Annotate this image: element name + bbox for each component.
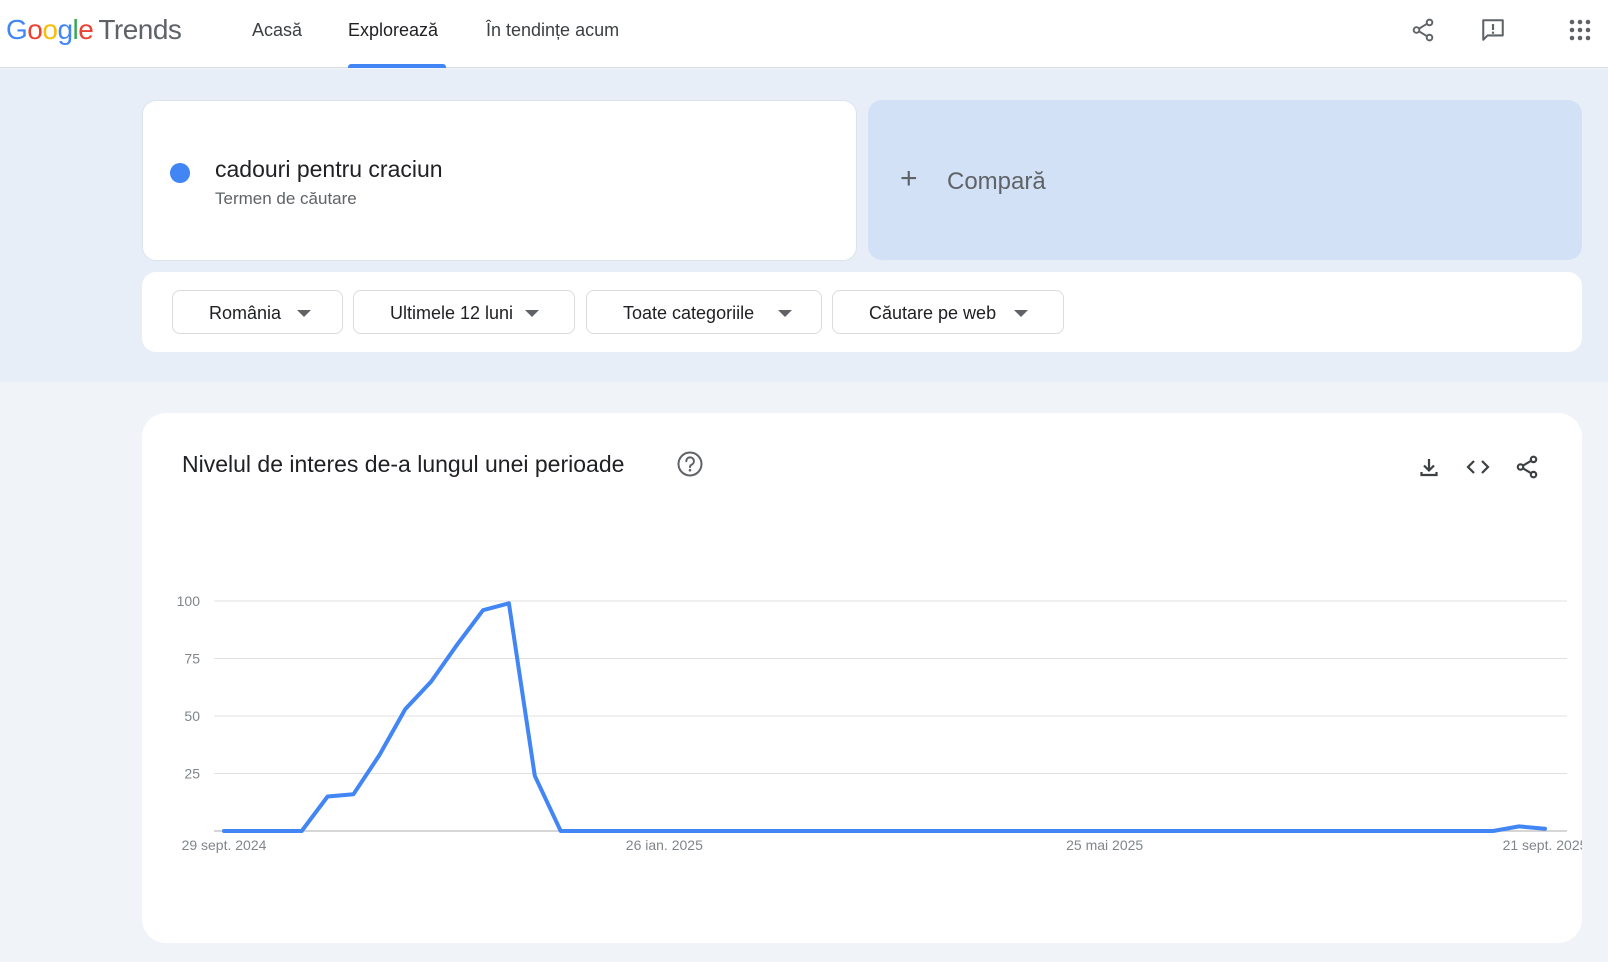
apps-grid-icon[interactable] [1564, 14, 1596, 46]
x-tick-label: 26 ian. 2025 [626, 837, 703, 853]
filter-category-label: Toate categoriile [623, 303, 755, 323]
compare-button[interactable]: + Compară [868, 100, 1582, 260]
chevron-down-icon [1014, 310, 1028, 317]
logo-letter: G [6, 14, 28, 45]
google-trends-logo[interactable]: Google Trends [6, 14, 182, 46]
y-tick-label: 50 [184, 708, 200, 724]
feedback-icon[interactable] [1477, 14, 1509, 46]
x-tick-label: 21 sept. 2025 [1503, 837, 1582, 853]
filter-region-label: România [209, 303, 282, 323]
filter-region[interactable]: România [172, 290, 343, 334]
search-term-card[interactable]: cadouri pentru craciun Termen de căutare [142, 100, 857, 261]
y-tick-label: 25 [184, 766, 200, 782]
tab-exploreaza[interactable]: Explorează [348, 20, 438, 41]
top-bar: Google Trends Acasă Explorează În tendinț… [0, 0, 1608, 68]
y-tick-label: 100 [177, 593, 201, 609]
tab-acasa[interactable]: Acasă [252, 20, 302, 41]
chevron-down-icon [525, 310, 539, 317]
compare-label: Compară [947, 168, 1046, 195]
x-tick-label: 29 sept. 2024 [182, 837, 267, 853]
logo-letter: o [27, 14, 43, 45]
share-icon[interactable] [1407, 14, 1439, 46]
logo-letter: g [57, 14, 73, 45]
series-line [222, 601, 1547, 833]
filters-bar: România Ultimele 12 luni Toate categorii… [142, 272, 1582, 352]
filter-search-type[interactable]: Căutare pe web [832, 290, 1064, 334]
interest-over-time-card: Nivelul de interes de-a lungul unei peri… [142, 413, 1582, 943]
term-color-dot [170, 163, 190, 183]
active-tab-indicator [348, 64, 446, 68]
y-tick-label: 75 [184, 651, 200, 667]
interest-line-chart[interactable]: 25 50 75 100 29 sept. 2024 26 ian. 2025 25 mai… [142, 413, 1582, 943]
filter-time-range[interactable]: Ultimele 12 luni [353, 290, 575, 334]
logo-letter: e [78, 14, 94, 45]
logo-trends: Trends [98, 14, 182, 45]
chevron-down-icon [778, 310, 792, 317]
search-term-type: Termen de căutare [215, 189, 357, 208]
filter-time-range-label: Ultimele 12 luni [390, 303, 514, 323]
chevron-down-icon [297, 310, 311, 317]
filter-search-type-label: Căutare pe web [869, 303, 997, 323]
tab-in-tendinte-acum[interactable]: În tendințe acum [486, 20, 619, 41]
x-tick-label: 25 mai 2025 [1066, 837, 1143, 853]
logo-letter: o [42, 14, 58, 45]
plus-icon: + [900, 162, 918, 195]
search-term-name[interactable]: cadouri pentru craciun [215, 156, 443, 183]
filter-category[interactable]: Toate categoriile [586, 290, 822, 334]
